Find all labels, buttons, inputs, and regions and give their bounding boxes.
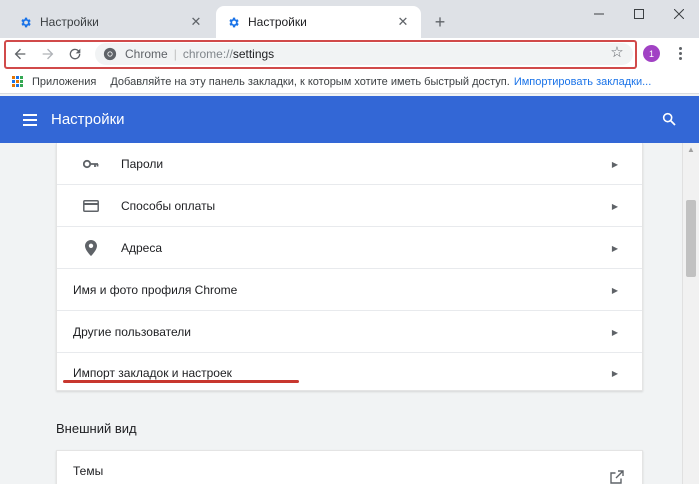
tab-strip: Настройки ✕ Настройки ✕ + [0, 0, 699, 38]
row-label: Способы оплаты [121, 199, 216, 213]
search-icon[interactable] [661, 111, 677, 127]
chevron-right-icon: ▶ [611, 327, 619, 337]
bookmarks-hint: Добавляйте на эту панель закладки, к кот… [110, 75, 510, 88]
page-title: Настройки [51, 111, 125, 128]
import-bookmarks-settings-row[interactable]: Импорт закладок и настроек ▶ [57, 352, 642, 394]
address-bar-highlight [4, 40, 637, 69]
maximize-icon[interactable] [619, 0, 659, 28]
scroll-up-icon[interactable]: ▲ [683, 145, 699, 157]
settings-gear-icon [18, 15, 32, 29]
profile-avatar[interactable]: 1 [643, 45, 660, 62]
row-label: Пароли [121, 157, 164, 171]
hamburger-menu-icon[interactable] [23, 113, 37, 126]
addresses-row[interactable]: Адреса ▶ [57, 227, 642, 269]
chevron-right-icon: ▶ [611, 201, 619, 211]
row-label: Темы [73, 464, 104, 478]
bookmarks-bar: Приложения Добавляйте на эту панель закл… [0, 70, 699, 94]
row-label: Импорт закладок и настроек [73, 366, 232, 380]
themes-row[interactable]: Темы [56, 450, 643, 484]
row-label: Имя и фото профиля Chrome [73, 283, 238, 297]
row-label: Другие пользователи [73, 325, 191, 339]
key-icon [83, 156, 99, 172]
tab-active[interactable]: Настройки ✕ [216, 6, 421, 38]
tab-inactive[interactable]: Настройки ✕ [8, 6, 214, 38]
import-bookmarks-link[interactable]: Импортировать закладки... [514, 76, 651, 88]
settings-header: Настройки [0, 96, 699, 143]
chevron-right-icon: ▶ [611, 368, 619, 378]
scrollbar-thumb[interactable] [686, 200, 696, 277]
apps-shortcut[interactable]: Приложения [32, 76, 96, 88]
payment-methods-row[interactable]: Способы оплаты ▶ [57, 185, 642, 227]
external-link-icon[interactable] [610, 470, 624, 484]
appearance-section-title: Внешний вид [56, 421, 137, 436]
row-label: Адреса [121, 241, 163, 255]
passwords-row[interactable]: Пароли ▶ [57, 143, 642, 185]
other-people-row[interactable]: Другие пользователи ▶ [57, 311, 642, 353]
chevron-right-icon: ▶ [611, 159, 619, 169]
settings-gear-icon [226, 15, 240, 29]
menu-icon[interactable] [674, 44, 686, 62]
minimize-icon[interactable] [579, 0, 619, 28]
annotation-underline [63, 380, 299, 383]
tab-close-icon[interactable]: ✕ [188, 14, 204, 30]
chevron-right-icon: ▶ [611, 243, 619, 253]
location-pin-icon [83, 240, 99, 256]
settings-card: Пароли ▶ Способы оплаты ▶ Адреса ▶ Имя и… [56, 143, 643, 391]
chevron-right-icon: ▶ [611, 285, 619, 295]
tab-title: Настройки [248, 15, 307, 29]
credit-card-icon [83, 198, 99, 214]
tab-close-icon[interactable]: ✕ [395, 14, 411, 30]
tab-title: Настройки [40, 15, 99, 29]
scrollbar[interactable]: ▲ [682, 143, 699, 484]
apps-grid-icon[interactable] [12, 75, 24, 88]
chrome-profile-row[interactable]: Имя и фото профиля Chrome ▶ [57, 269, 642, 311]
close-icon[interactable] [659, 0, 699, 28]
new-tab-icon[interactable]: + [430, 12, 450, 32]
